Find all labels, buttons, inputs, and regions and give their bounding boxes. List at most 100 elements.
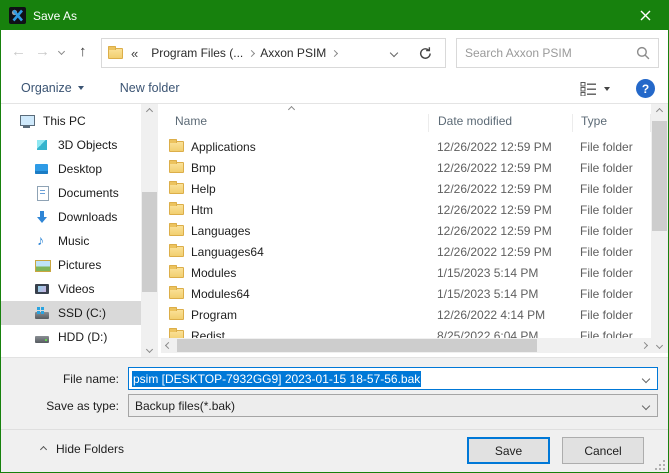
folder-icon xyxy=(169,162,184,173)
file-name: Applications xyxy=(191,140,437,154)
refresh-icon xyxy=(418,46,433,61)
save-as-type-select[interactable]: Backup files(*.bak) xyxy=(128,394,658,417)
breadcrumb-overflow[interactable]: « xyxy=(131,46,138,61)
address-chevron-down-icon[interactable] xyxy=(390,49,398,57)
file-name: Languages xyxy=(191,224,437,238)
list-header: Name Date modified Type xyxy=(161,104,651,132)
file-row-htm[interactable]: Htm 12/26/2022 12:59 PM File folder xyxy=(161,199,651,220)
organize-label: Organize xyxy=(21,81,72,95)
up-icon[interactable]: ↑ xyxy=(79,44,87,59)
address-bar[interactable]: « Program Files (... Axxon PSIM xyxy=(101,38,406,68)
sidebar-item-this-pc[interactable]: This PC xyxy=(1,109,141,133)
file-type: File folder xyxy=(580,329,633,339)
sidebar-item-hdd-d[interactable]: HDD (D:) xyxy=(1,325,141,349)
sidebar-item-label: Music xyxy=(58,234,89,248)
file-name-input[interactable]: psim [DESKTOP-7932GG9] 2023-01-15 18-57-… xyxy=(128,367,658,390)
search-icon[interactable] xyxy=(636,46,650,60)
breadcrumb-label[interactable]: Program Files (... xyxy=(145,46,249,60)
history-chevron-down-icon[interactable] xyxy=(58,48,65,55)
save-button[interactable]: Save xyxy=(467,437,550,464)
breadcrumb-label[interactable]: Axxon PSIM xyxy=(254,46,332,60)
file-date-modified: 8/25/2022 6:04 PM xyxy=(437,329,580,339)
horizontal-scrollbar-thumb[interactable] xyxy=(177,339,537,352)
list-horizontal-scrollbar[interactable] xyxy=(161,338,652,353)
file-name: Redist xyxy=(191,329,437,339)
cancel-button[interactable]: Cancel xyxy=(562,437,644,464)
list-vertical-scrollbar[interactable] xyxy=(651,104,668,353)
folder-icon xyxy=(169,141,184,152)
file-date-modified: 12/26/2022 12:59 PM xyxy=(437,245,580,259)
file-type: File folder xyxy=(580,182,633,196)
search-input[interactable] xyxy=(465,46,636,60)
file-row-modules[interactable]: Modules 1/15/2023 5:14 PM File folder xyxy=(161,262,651,283)
file-row-bmp[interactable]: Bmp 12/26/2022 12:59 PM File folder xyxy=(161,157,651,178)
scroll-right-icon[interactable] xyxy=(637,338,652,353)
chevron-right-icon[interactable] xyxy=(331,49,338,56)
file-row-modules64[interactable]: Modules64 1/15/2023 5:14 PM File folder xyxy=(161,283,651,304)
app-icon xyxy=(9,7,26,24)
sidebar-scrollbar[interactable] xyxy=(141,104,158,357)
resize-grip[interactable] xyxy=(655,460,665,470)
file-row-languages[interactable]: Languages 12/26/2022 12:59 PM File folde… xyxy=(161,220,651,241)
back-icon[interactable]: ← xyxy=(11,44,26,59)
breadcrumb-segment-program-files[interactable]: Program Files (... xyxy=(145,46,254,60)
file-name-dropdown-icon[interactable] xyxy=(642,375,650,383)
file-type: File folder xyxy=(580,224,633,238)
sidebar-item-downloads[interactable]: Downloads xyxy=(1,205,141,229)
breadcrumb: Program Files (... Axxon PSIM xyxy=(145,46,337,60)
file-date-modified: 12/26/2022 12:59 PM xyxy=(437,203,580,217)
file-name: Help xyxy=(191,182,437,196)
scroll-up-icon[interactable] xyxy=(651,104,668,119)
list-scrollbar-thumb[interactable] xyxy=(652,121,667,231)
column-header-name[interactable]: Name xyxy=(161,114,429,132)
file-date-modified: 12/26/2022 12:59 PM xyxy=(437,140,580,154)
close-button[interactable] xyxy=(623,1,668,30)
view-dropdown-icon xyxy=(604,87,610,91)
save-as-type-dropdown-icon[interactable] xyxy=(642,402,650,410)
column-header-date-modified[interactable]: Date modified xyxy=(429,114,573,132)
file-row-help[interactable]: Help 12/26/2022 12:59 PM File folder xyxy=(161,178,651,199)
sidebar-scrollbar-thumb[interactable] xyxy=(142,192,157,292)
sidebar-item-documents[interactable]: Documents xyxy=(1,181,141,205)
sidebar-item-ssd-c[interactable]: SSD (C:) xyxy=(1,301,141,325)
file-row-languages64[interactable]: Languages64 12/26/2022 12:59 PM File fol… xyxy=(161,241,651,262)
help-button[interactable] xyxy=(636,79,655,98)
forward-icon[interactable]: → xyxy=(35,44,50,59)
sidebar-item-3d-objects[interactable]: 3D Objects xyxy=(1,133,141,157)
refresh-button[interactable] xyxy=(405,38,446,68)
change-view-button[interactable] xyxy=(580,73,610,104)
scroll-up-icon[interactable] xyxy=(141,104,158,119)
sidebar-item-label: Pictures xyxy=(58,258,101,272)
scroll-left-icon[interactable] xyxy=(161,338,176,353)
hide-folders-button[interactable]: Hide Folders xyxy=(41,442,124,456)
sidebar-item-label: HDD (D:) xyxy=(58,330,107,344)
file-name-label: File name: xyxy=(1,372,119,386)
file-type: File folder xyxy=(580,245,633,259)
footer-panel: File name: psim [DESKTOP-7932GG9] 2023-0… xyxy=(1,357,668,473)
file-row-applications[interactable]: Applications 12/26/2022 12:59 PM File fo… xyxy=(161,136,651,157)
sidebar-item-label: Documents xyxy=(58,186,119,200)
scroll-down-icon[interactable] xyxy=(141,342,158,357)
scroll-down-icon[interactable] xyxy=(651,338,668,353)
breadcrumb-segment-axxon-psim[interactable]: Axxon PSIM xyxy=(254,46,337,60)
file-row-program[interactable]: Program 12/26/2022 4:14 PM File folder xyxy=(161,304,651,325)
save-as-dialog: Save As ← → ↑ « Program Files (... xyxy=(0,0,669,473)
folder-icon xyxy=(169,204,184,215)
folder-icon xyxy=(169,183,184,194)
column-header-type[interactable]: Type xyxy=(573,114,651,132)
sidebar-item-videos[interactable]: Videos xyxy=(1,277,141,301)
file-name: Htm xyxy=(191,203,437,217)
sidebar-item-desktop[interactable]: Desktop xyxy=(1,157,141,181)
new-folder-button[interactable]: New folder xyxy=(120,81,180,95)
sidebar-item-music[interactable]: Music xyxy=(1,229,141,253)
close-icon xyxy=(640,10,651,21)
file-date-modified: 12/26/2022 12:59 PM xyxy=(437,182,580,196)
sidebar-item-label: Desktop xyxy=(58,162,102,176)
sidebar-item-icon xyxy=(34,137,50,153)
sidebar-item-label: This PC xyxy=(43,114,86,128)
sidebar-item-label: Videos xyxy=(58,282,94,296)
file-row-redist[interactable]: Redist 8/25/2022 6:04 PM File folder xyxy=(161,325,651,338)
sidebar-item-pictures[interactable]: Pictures xyxy=(1,253,141,277)
file-type: File folder xyxy=(580,266,633,280)
organize-button[interactable]: Organize xyxy=(21,81,84,95)
